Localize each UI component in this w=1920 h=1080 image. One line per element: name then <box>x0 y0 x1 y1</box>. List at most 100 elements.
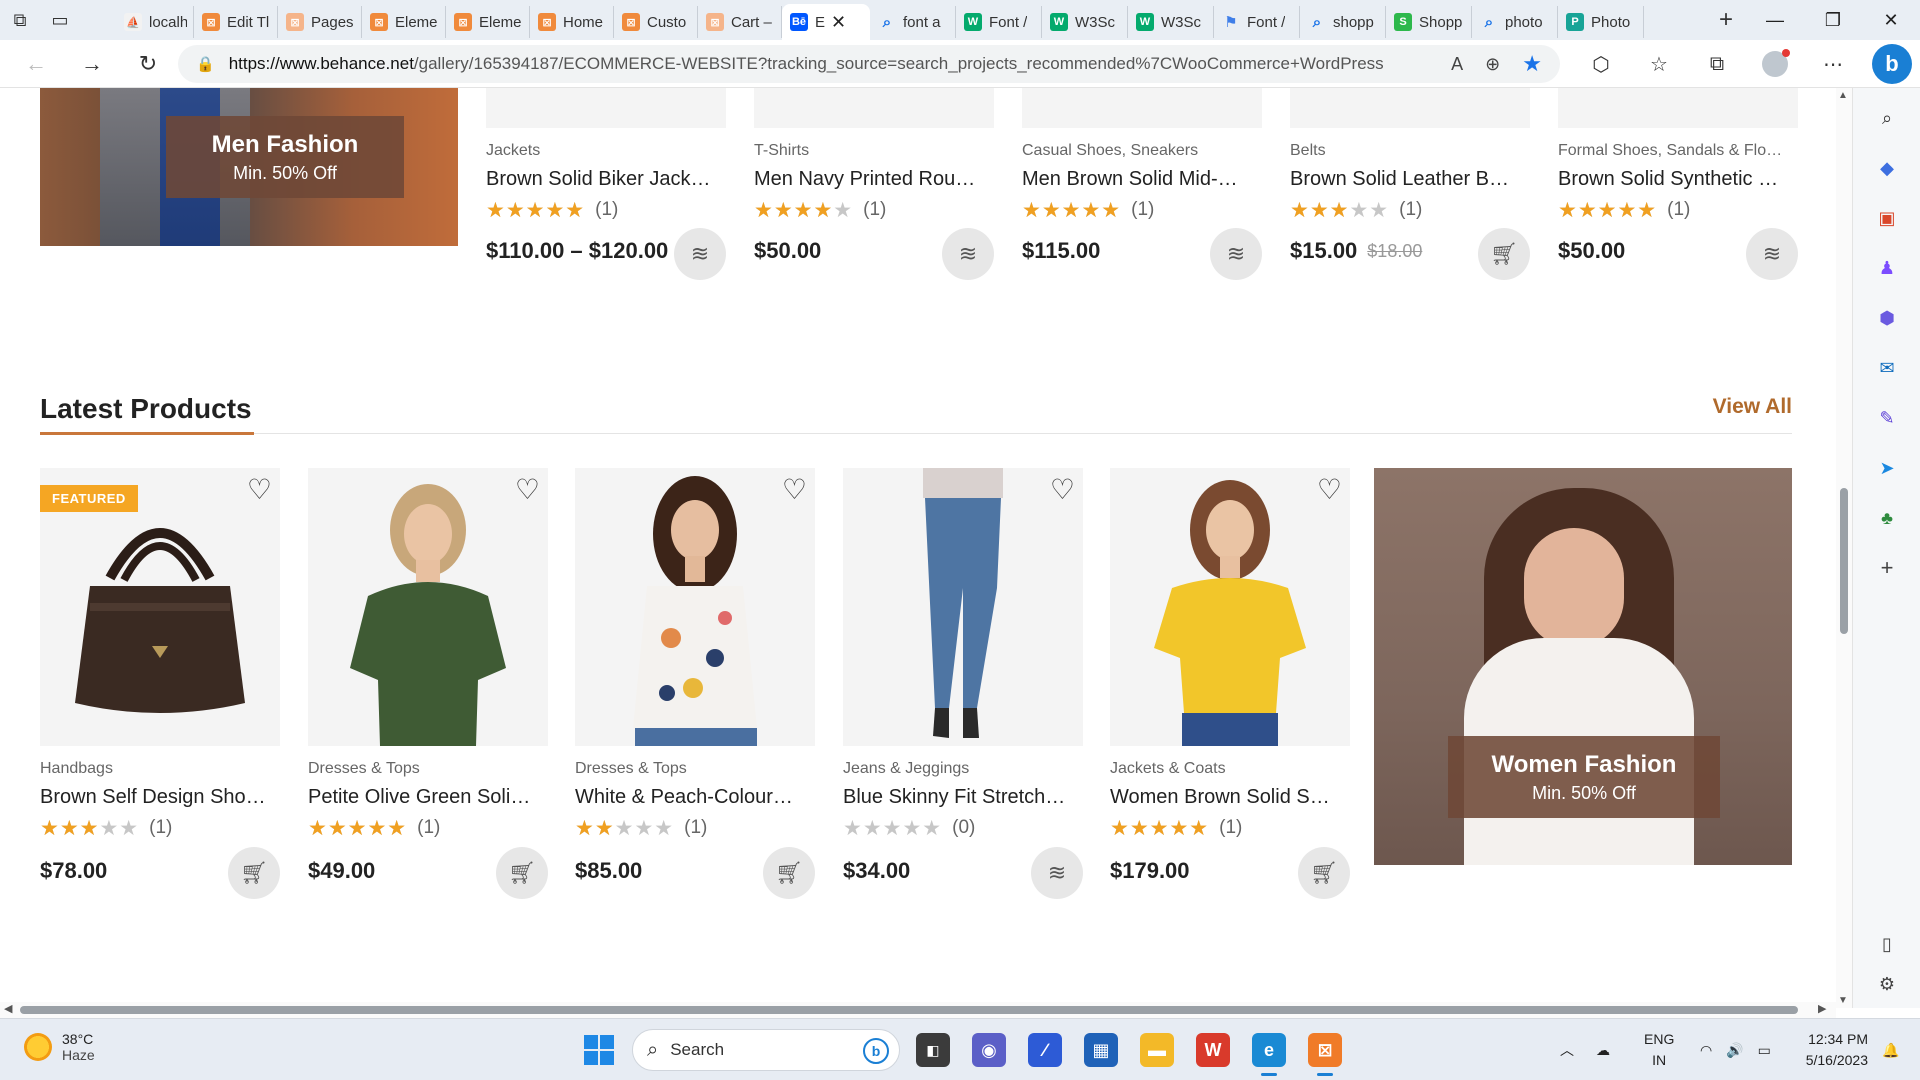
favorite-star-icon[interactable]: ★ <box>1522 51 1542 77</box>
product-name[interactable]: Blue Skinny Fit Stretch… <box>843 786 1083 809</box>
back-button[interactable]: ← <box>8 40 64 88</box>
file-explorer-icon[interactable]: ▬ <box>1140 1033 1174 1067</box>
taskbar-search[interactable]: ⌕ Search b <box>632 1029 900 1071</box>
select-options-button[interactable]: ≋ <box>942 228 994 280</box>
scroll-thumb[interactable] <box>20 1006 1798 1014</box>
bing-icon[interactable]: b <box>863 1038 889 1064</box>
forward-button[interactable]: → <box>64 40 120 88</box>
scroll-right-icon[interactable]: ▶ <box>1818 1002 1826 1015</box>
product-card[interactable]: Jackets Brown Solid Biker Jack… ★★★★★ ★★★★★… <box>486 142 726 221</box>
tag-icon[interactable]: ◆ <box>1873 154 1901 182</box>
product-card[interactable]: Jackets & Coats Women Brown Solid S… ★★★★★… <box>1110 760 1350 839</box>
search-icon[interactable]: ⌕ <box>1873 104 1901 132</box>
onedrive-icon[interactable]: ☁ <box>1596 1042 1610 1059</box>
product-image[interactable] <box>1022 88 1262 128</box>
send-icon[interactable]: ➤ <box>1873 454 1901 482</box>
favorites-icon[interactable]: ☆ <box>1630 40 1688 88</box>
product-card[interactable]: Casual Shoes, Sneakers Men Brown Solid Mi… <box>1022 142 1262 221</box>
edge-browser-icon[interactable]: e <box>1252 1033 1286 1076</box>
tree-icon[interactable]: ♣ <box>1873 504 1901 532</box>
browser-tab[interactable]: W W3Sc <box>1128 6 1214 38</box>
collections-icon[interactable]: ⧉ <box>1688 40 1746 88</box>
add-to-cart-button[interactable]: 🛒︎ <box>763 847 815 899</box>
product-card[interactable]: Dresses & Tops Petite Olive Green Soli… ★★… <box>308 760 548 839</box>
outlook-icon[interactable]: ✉ <box>1873 354 1901 382</box>
wifi-icon[interactable]: ◠ <box>1700 1042 1712 1059</box>
men-fashion-banner[interactable]: Men Fashion Min. 50% Off <box>40 88 458 246</box>
select-options-button[interactable]: ≋ <box>1031 847 1083 899</box>
browser-tab[interactable]: ⛵ localh <box>116 6 194 38</box>
horizontal-scrollbar[interactable]: ◀ ▶ <box>0 1002 1836 1018</box>
product-name[interactable]: Brown Solid Synthetic … <box>1558 168 1798 191</box>
product-category[interactable]: Handbags <box>40 760 280 778</box>
product-card[interactable]: Jeans & Jeggings Blue Skinny Fit Stretch…… <box>843 760 1083 839</box>
tools-briefcase-icon[interactable]: ▣ <box>1873 204 1901 232</box>
minimize-icon[interactable]: — <box>1746 0 1804 40</box>
product-name[interactable]: Men Brown Solid Mid-… <box>1022 168 1262 191</box>
product-category[interactable]: Belts <box>1290 142 1530 160</box>
browser-tab[interactable]: S Shopp <box>1386 6 1472 38</box>
sidebar-settings-icon[interactable]: ⚙ <box>1873 970 1901 998</box>
designer-icon[interactable]: ✎ <box>1873 404 1901 432</box>
browser-tab[interactable]: P Photo <box>1558 6 1644 38</box>
microsoft-store-icon[interactable]: ▦ <box>1084 1033 1118 1067</box>
product-category[interactable]: Formal Shoes, Sandals & Flo… <box>1558 142 1798 160</box>
refresh-button[interactable]: ↻ <box>120 40 176 88</box>
notifications-icon[interactable]: 🔔 <box>1882 1019 1899 1080</box>
product-card[interactable]: Handbags Brown Self Design Sho… ★★★★★★★★★★… <box>40 760 280 839</box>
wishlist-heart-icon[interactable]: ♡ <box>247 476 272 504</box>
wishlist-heart-icon[interactable]: ♡ <box>1317 476 1342 504</box>
browser-tab[interactable]: ⊠ Home <box>530 6 614 38</box>
add-to-cart-button[interactable]: 🛒︎ <box>1478 228 1530 280</box>
volume-icon[interactable]: 🔊 <box>1726 1042 1743 1059</box>
product-category[interactable]: Jackets & Coats <box>1110 760 1350 778</box>
browser-tab[interactable]: ⊠ Edit Tl <box>194 6 278 38</box>
browser-tab[interactable]: Bē E ✕ <box>782 4 870 40</box>
add-to-cart-button[interactable]: 🛒︎ <box>496 847 548 899</box>
product-category[interactable]: T-Shirts <box>754 142 994 160</box>
product-card[interactable]: T-Shirts Men Navy Printed Rou… ★★★★★★★★★★ (… <box>754 142 994 221</box>
product-card[interactable]: Dresses & Tops White & Peach-Colour… ★★★★★… <box>575 760 815 839</box>
product-name[interactable]: Petite Olive Green Soli… <box>308 786 548 809</box>
games-icon[interactable]: ♟ <box>1873 254 1901 282</box>
language-indicator[interactable]: ENG IN <box>1644 1029 1674 1071</box>
select-options-button[interactable]: ≋ <box>1746 228 1798 280</box>
product-name[interactable]: Brown Solid Biker Jack… <box>486 168 726 191</box>
scroll-up-icon[interactable]: ▲ <box>1838 90 1848 101</box>
wishlist-heart-icon[interactable]: ♡ <box>515 476 540 504</box>
product-name[interactable]: Brown Self Design Sho… <box>40 786 280 809</box>
select-options-button[interactable]: ≋ <box>1210 228 1262 280</box>
scroll-left-icon[interactable]: ◀ <box>4 1002 12 1015</box>
select-options-button[interactable]: ≋ <box>674 228 726 280</box>
product-category[interactable]: Dresses & Tops <box>308 760 548 778</box>
product-name[interactable]: White & Peach-Colour… <box>575 786 815 809</box>
product-name[interactable]: Men Navy Printed Rou… <box>754 168 994 191</box>
product-image[interactable] <box>486 88 726 128</box>
product-image[interactable]: ♡ <box>308 468 548 746</box>
wps-office-icon[interactable]: W <box>1196 1033 1230 1067</box>
restore-icon[interactable]: ❐ <box>1804 0 1862 40</box>
view-all-link[interactable]: View All <box>1713 395 1792 419</box>
browser-tab[interactable]: W Font / <box>956 6 1042 38</box>
browser-tab[interactable]: ⌕ photo <box>1472 6 1558 38</box>
tray-chevron-icon[interactable]: ︿ <box>1560 1040 1574 1060</box>
add-to-cart-button[interactable]: 🛒︎ <box>228 847 280 899</box>
scroll-thumb[interactable] <box>1840 488 1848 634</box>
browser-tab[interactable]: ⊠ Cart – <box>698 6 782 38</box>
product-card[interactable]: Formal Shoes, Sandals & Flo… Brown Solid … <box>1558 142 1798 221</box>
hide-sidebar-icon[interactable]: ▯ <box>1873 930 1901 958</box>
lock-icon[interactable]: 🔒 <box>196 55 215 73</box>
zoom-icon[interactable]: ⊕ <box>1485 54 1500 75</box>
extensions-icon[interactable]: ⬡ <box>1572 40 1630 88</box>
product-image[interactable]: ♡ <box>1110 468 1350 746</box>
browser-tab[interactable]: ⚑ Font / <box>1214 6 1300 38</box>
product-image[interactable]: ♡ <box>843 468 1083 746</box>
product-category[interactable]: Casual Shoes, Sneakers <box>1022 142 1262 160</box>
weather-widget[interactable]: 38°C Haze <box>24 1031 95 1063</box>
product-category[interactable]: Jeans & Jeggings <box>843 760 1083 778</box>
wishlist-heart-icon[interactable]: ♡ <box>1050 476 1075 504</box>
product-name[interactable]: Women Brown Solid S… <box>1110 786 1350 809</box>
windows-start-icon[interactable] <box>584 1035 614 1065</box>
browser-tab[interactable]: ⊠ Pages <box>278 6 362 38</box>
visual-studio-icon[interactable]: ∕ <box>1028 1033 1062 1067</box>
